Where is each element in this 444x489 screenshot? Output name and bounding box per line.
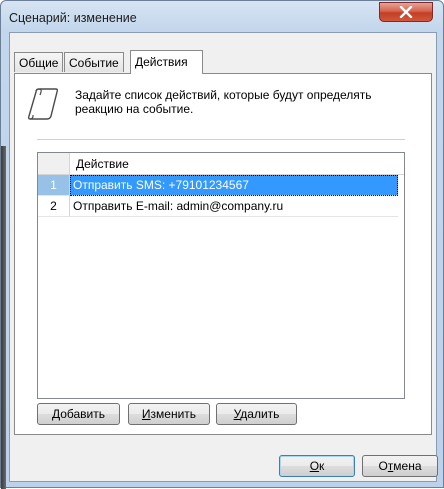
tab-actions[interactable]: Действия bbox=[130, 50, 203, 74]
add-button-mnemonic: Д bbox=[51, 407, 61, 421]
actions-grid[interactable]: Действие 1 Отправить SMS: +79101234567 2… bbox=[37, 152, 405, 399]
window-title: Сценарий: изменение bbox=[9, 11, 137, 25]
row-number: 2 bbox=[38, 196, 70, 217]
table-row[interactable]: 2 Отправить E-mail: admin@company.ru bbox=[38, 196, 404, 217]
cancel-button-prefix: О bbox=[378, 459, 388, 473]
row-number: 1 bbox=[38, 175, 70, 196]
action-cell[interactable]: Отправить E-mail: admin@company.ru bbox=[70, 196, 398, 217]
add-button[interactable]: Добавить bbox=[37, 403, 120, 425]
dialog-window: Сценарий: изменение Общие Событие Действ… bbox=[0, 0, 444, 489]
tab-actions-label: Действия bbox=[135, 55, 188, 69]
ok-button-label: к bbox=[319, 459, 325, 473]
close-icon bbox=[399, 5, 413, 19]
ok-button-mnemonic: О bbox=[309, 459, 320, 473]
ok-button[interactable]: Ок bbox=[279, 455, 355, 477]
delete-button[interactable]: Удалить bbox=[216, 403, 297, 425]
title-bar[interactable]: Сценарий: изменение bbox=[1, 1, 443, 33]
tab-general[interactable]: Общие bbox=[14, 52, 64, 72]
cancel-button-label: мена bbox=[393, 459, 422, 473]
tab-event[interactable]: Событие bbox=[64, 52, 124, 72]
grid-corner bbox=[38, 153, 70, 174]
background-window-edge bbox=[1, 146, 6, 489]
add-button-label: обавить bbox=[60, 407, 106, 421]
column-header-action[interactable]: Действие bbox=[76, 157, 129, 171]
cancel-button[interactable]: Отмена bbox=[362, 455, 438, 477]
edit-button-mnemonic: И bbox=[141, 407, 151, 421]
close-button[interactable] bbox=[379, 2, 433, 22]
separator bbox=[37, 139, 405, 140]
tab-event-label: Событие bbox=[69, 56, 119, 70]
action-cell[interactable]: Отправить SMS: +79101234567 bbox=[70, 175, 398, 196]
table-row[interactable]: 1 Отправить SMS: +79101234567 bbox=[38, 175, 404, 196]
info-text: Задайте список действий, которые будут о… bbox=[75, 88, 372, 116]
grid-header: Действие bbox=[38, 153, 404, 175]
edit-button-label: зменить bbox=[150, 407, 197, 421]
tab-general-label: Общие bbox=[19, 56, 59, 70]
delete-button-label: далить bbox=[240, 407, 280, 421]
scroll-icon bbox=[27, 88, 59, 125]
edit-button[interactable]: Изменить bbox=[128, 403, 210, 425]
